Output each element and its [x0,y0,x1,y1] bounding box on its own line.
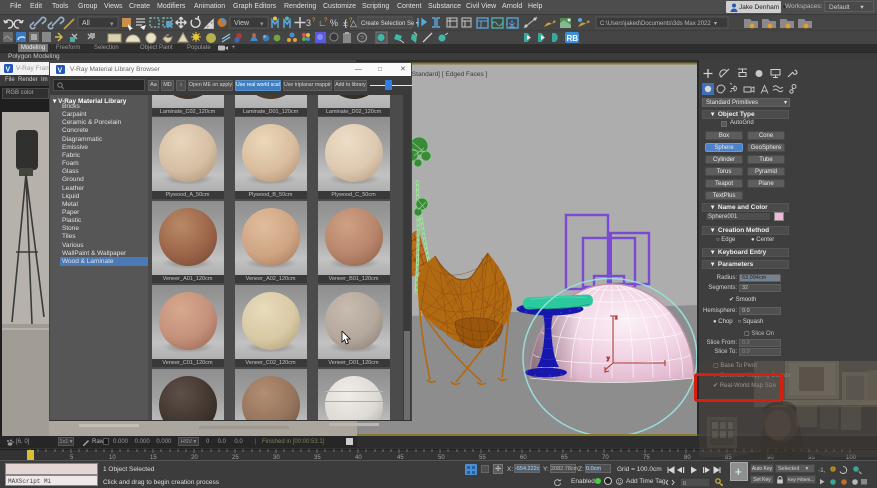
svg-text:3: 3 [306,18,311,28]
svg-text:?: ? [312,18,316,24]
svg-text:RB: RB [567,34,579,43]
svg-text:View: View [234,20,250,27]
svg-text:△: △ [350,18,357,28]
svg-text:0: 0 [683,481,686,487]
svg-text:All: All [82,20,90,27]
svg-text:C:\Users\jaked\Documents\3ds M: C:\Users\jaked\Documents\3ds Max 2022 ▾ [600,21,717,27]
svg-text:?: ? [360,36,364,43]
svg-text:V: V [58,68,63,75]
svg-text:▾: ▾ [110,21,114,28]
svg-text:-1,: -1, [818,467,826,474]
svg-text:{: { [344,18,347,28]
svg-text:V: V [6,67,11,74]
svg-text:▾: ▾ [260,21,264,28]
svg-text:[Standard] [ Edged Faces ]: [Standard] [ Edged Faces ] [410,71,488,78]
svg-text:Create Selection Se ▾: Create Selection Se ▾ [361,21,419,27]
svg-text:%: % [330,18,338,28]
svg-text:?: ? [324,18,328,24]
